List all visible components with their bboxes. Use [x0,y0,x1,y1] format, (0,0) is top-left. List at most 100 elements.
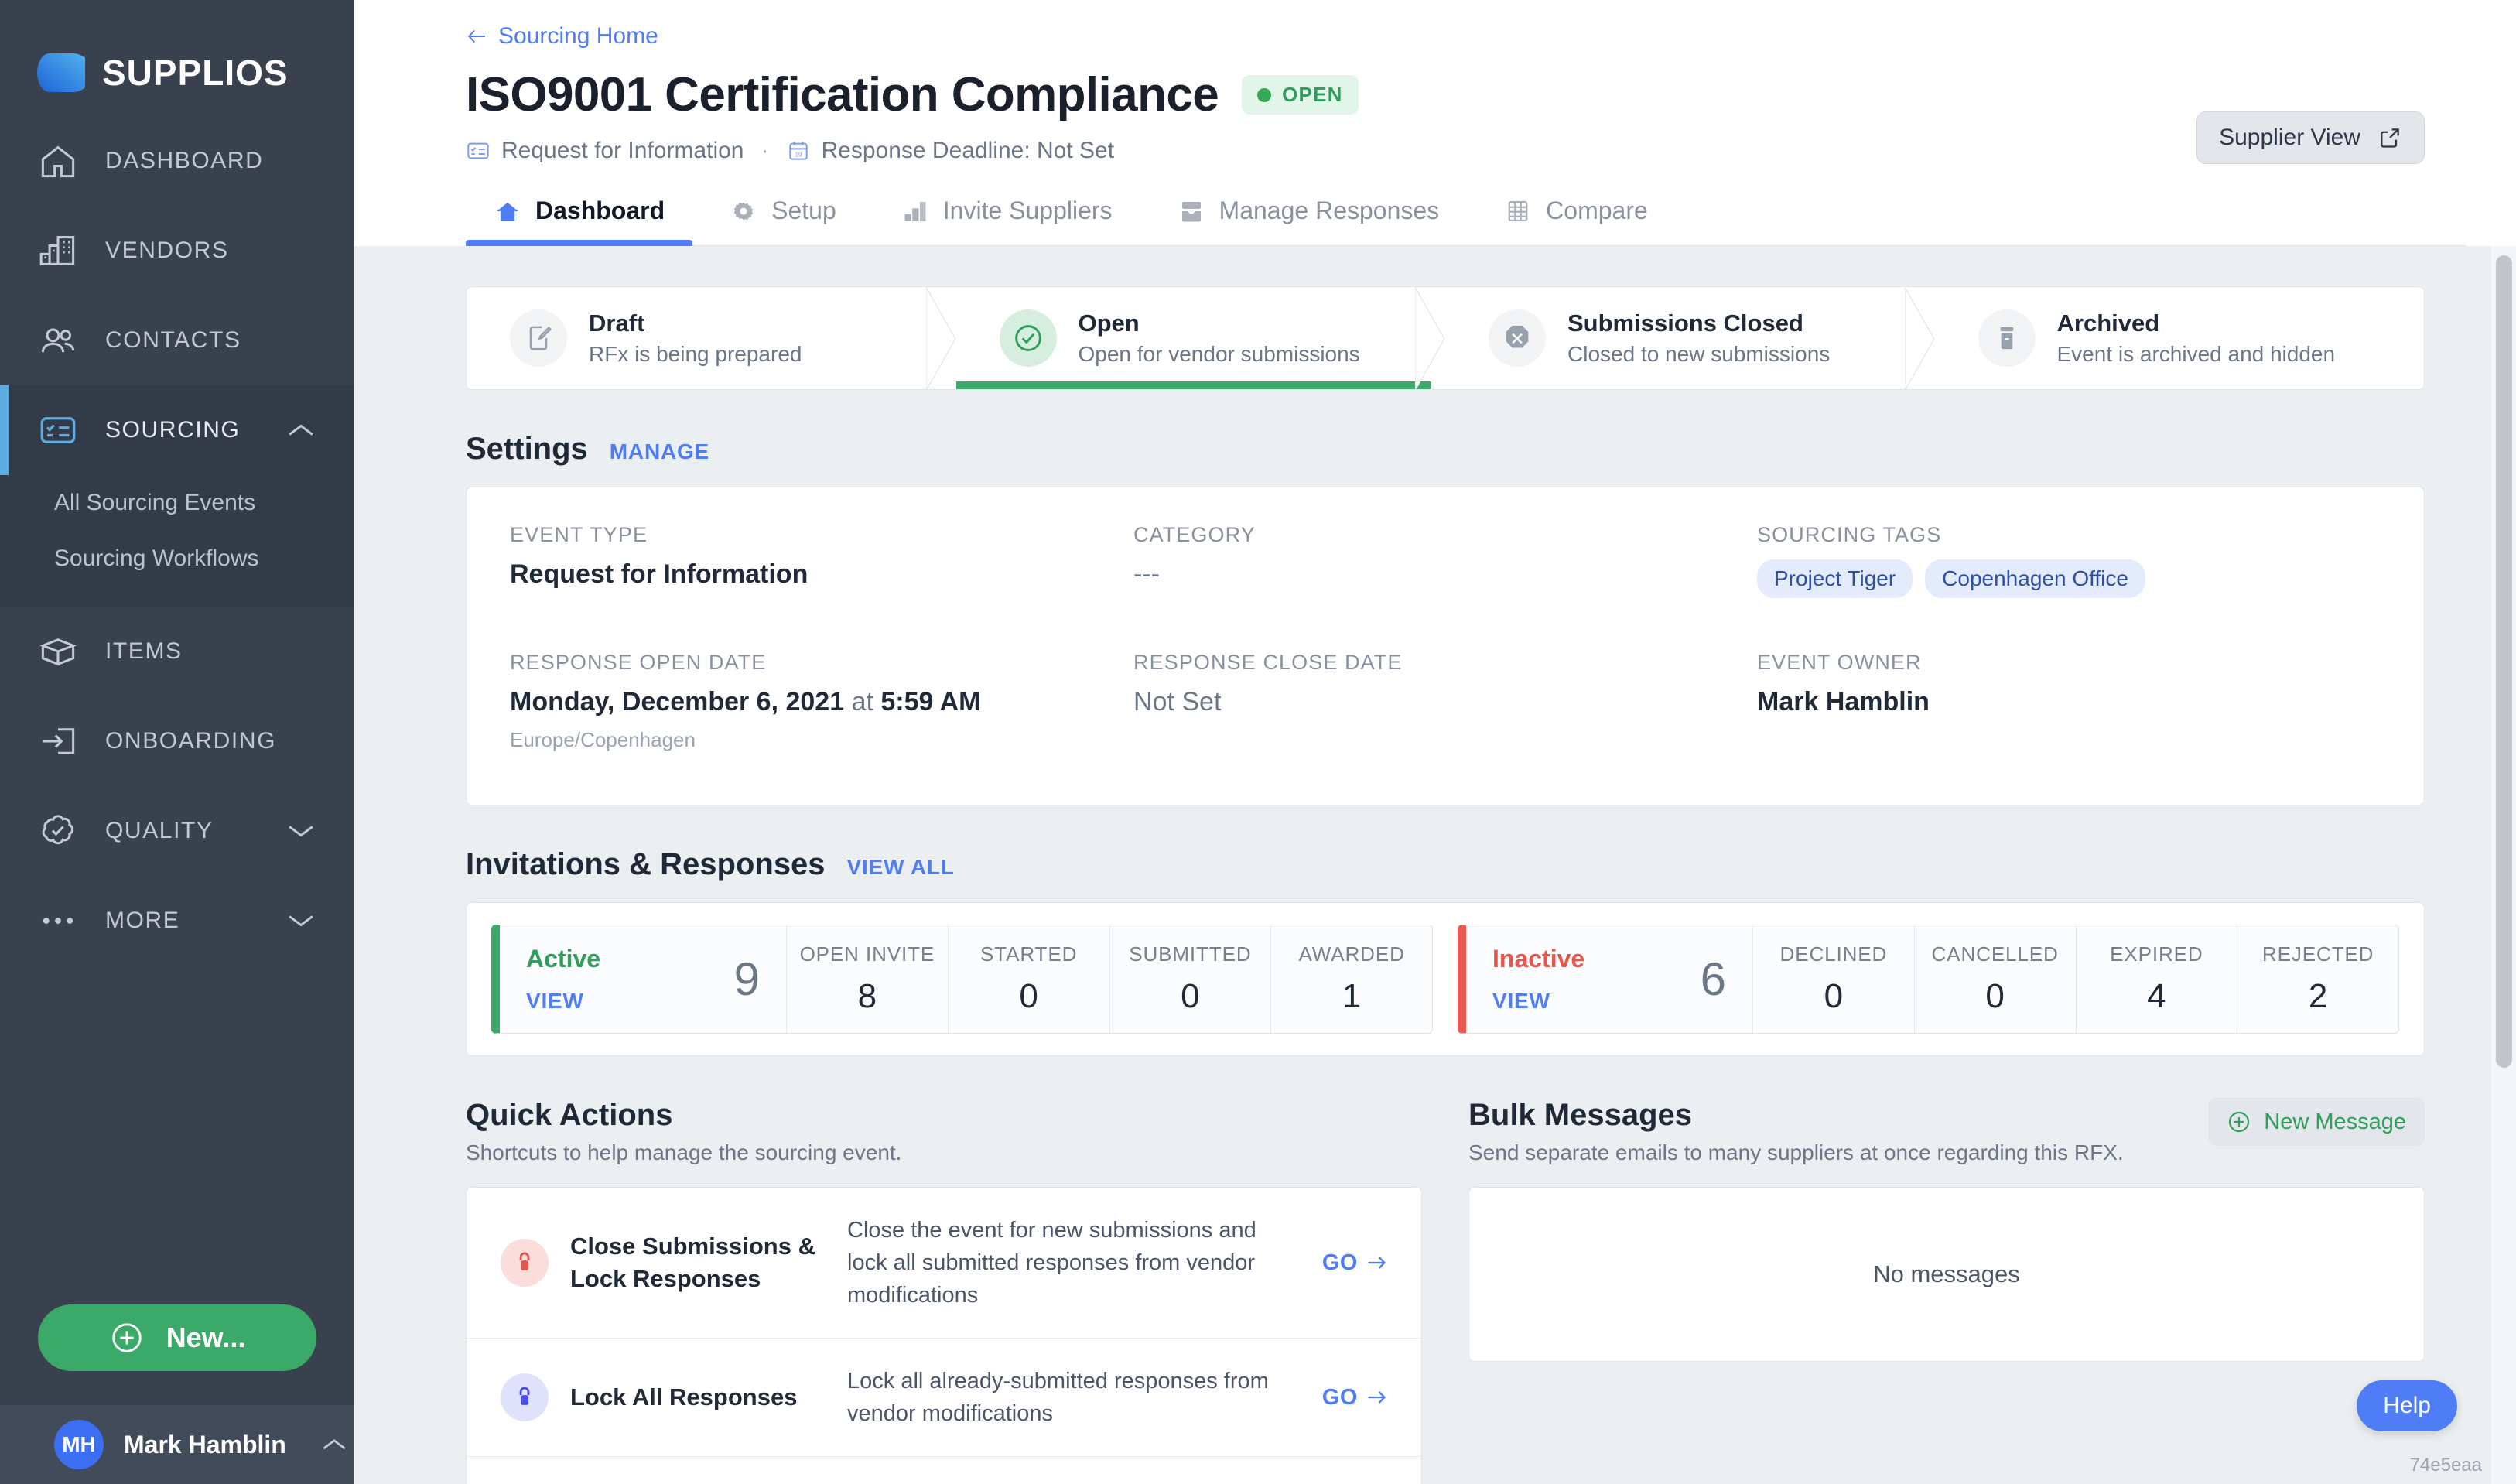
header-meta: Request for Information · 19 Response De… [466,138,2466,164]
stat-submitted[interactable]: SUBMITTED 0 [1109,925,1271,1033]
stepper-step-subtitle: Event is archived and hidden [2056,342,2336,366]
active-view-link[interactable]: VIEW [526,989,600,1014]
tab-label: Invite Suppliers [942,197,1113,224]
new-button-label: New... [166,1322,246,1353]
sidebar-item-sourcing-workflows[interactable]: Sourcing Workflows [0,531,354,586]
field-value: Mark Hamblin [1757,687,1930,716]
chevron-down-icon[interactable] [283,821,319,841]
sourcing-tag[interactable]: Copenhagen Office [1925,559,2145,598]
quick-action-go-link[interactable]: GO [1322,1250,1387,1276]
login-arrow-icon [37,723,85,760]
stepper-step-text: Open Open for vendor submissions [1079,309,1360,367]
sidebar-item-dashboard[interactable]: DASHBOARD [0,116,354,206]
chevron-up-icon[interactable] [317,1435,351,1454]
new-button[interactable]: New... [38,1304,316,1371]
manage-settings-link[interactable]: MANAGE [610,439,709,464]
quick-action-close-submissions[interactable]: Close Submissions & Lock Responses Close… [467,1188,1421,1339]
avatar: MH [54,1420,104,1469]
stat-cancelled[interactable]: CANCELLED 0 [1913,925,2076,1033]
tab-label: Compare [1546,197,1648,224]
field-value: Monday, December 6, 2021 at 5:59 AM [510,687,1133,717]
stepper-step-title: Draft [589,309,645,337]
active-summary: Active VIEW 9 [500,925,786,1033]
bulk-messages-empty-state: No messages [1468,1187,2425,1362]
main-area: Sourcing Home ISO9001 Certification Comp… [354,0,2516,1484]
sidebar-item-quality[interactable]: QUALITY [0,786,354,876]
stat-expired[interactable]: EXPIRED 4 [2075,925,2237,1033]
quick-action-partial-row[interactable] [467,1457,1421,1484]
view-all-invitations-link[interactable]: VIEW ALL [847,855,955,880]
sidebar-item-onboarding[interactable]: ONBOARDING [0,696,354,786]
supplier-view-label: Supplier View [2219,125,2360,150]
meta-separator: · [761,138,769,163]
stat-key: SUBMITTED [1129,942,1252,966]
quick-actions-card: Close Submissions & Lock Responses Close… [466,1187,1422,1484]
stepper-step-archived[interactable]: Archived Event is archived and hidden [1935,287,2425,389]
tab-compare[interactable]: Compare [1476,197,1676,245]
go-label: GO [1321,1384,1358,1410]
stat-declined[interactable]: DECLINED 0 [1752,925,1914,1033]
active-status-label: Active [526,945,601,973]
sidebar-item-contacts[interactable]: CONTACTS [0,296,354,385]
supplier-view-button[interactable]: Supplier View [2196,111,2425,164]
scrollbar-thumb[interactable] [2496,255,2512,1068]
sidebar-item-label: ONBOARDING [105,728,277,754]
help-button[interactable]: Help [2357,1380,2457,1431]
sidebar-item-vendors[interactable]: VENDORS [0,206,354,296]
checklist-icon [37,412,85,449]
sidebar-item-items[interactable]: ITEMS [0,607,354,696]
field-value: Request for Information [510,559,808,589]
tab-manage-responses[interactable]: Manage Responses [1150,197,1468,245]
tab-label: Setup [771,197,836,224]
stepper-divider-arrow [1904,287,1935,389]
check-circle-icon [999,309,1057,367]
event-status-stepper: Draft RFx is being prepared Open Open fo… [466,286,2425,390]
invitations-card: Active VIEW 9 OPEN INVITE 8 STARTED 0 SU… [466,902,2425,1056]
field-label: SOURCING TAGS [1757,523,1942,546]
tab-dashboard[interactable]: Dashboard [466,197,693,246]
stat-open-invite[interactable]: OPEN INVITE 8 [786,925,948,1033]
sidebar-item-all-sourcing-events[interactable]: All Sourcing Events [0,475,354,531]
quick-action-name: Lock All Responses [570,1383,798,1411]
brand-logo-block[interactable]: SUPPLIOS [0,0,354,116]
back-to-sourcing-home-link[interactable]: Sourcing Home [466,23,658,50]
bulk-messages-heading-block: Bulk Messages Send separate emails to ma… [1468,1098,2124,1165]
sidebar-item-more[interactable]: MORE [0,876,354,966]
field-event-type: EVENT TYPE Request for Information [510,523,1133,610]
lock-icon [501,1373,549,1422]
sidebar-item-sourcing[interactable]: SOURCING [0,385,354,475]
bulk-messages-description: Send separate emails to many suppliers a… [1468,1140,2124,1164]
active-count: 9 [733,953,760,1005]
sidebar: SUPPLIOS DASHBOARD VENDORS CONTACTS SOUR… [0,0,354,1484]
quick-action-go-link[interactable]: GO [1322,1385,1387,1410]
quick-action-lock-all-responses[interactable]: Lock All Responses Lock all already-subm… [467,1339,1421,1458]
settings-title: Settings [466,432,588,466]
stat-awarded[interactable]: AWARDED 1 [1270,925,1432,1033]
open-date-at: at [851,687,873,716]
sidebar-item-label: QUALITY [105,818,214,843]
quick-actions-title: Quick Actions [466,1098,673,1132]
field-label: EVENT TYPE [510,523,648,546]
stat-rejected[interactable]: REJECTED 2 [2237,925,2398,1033]
stepper-step-title: Submissions Closed [1567,309,1803,337]
quality-check-icon [37,812,85,850]
stepper-step-open[interactable]: Open Open for vendor submissions [955,287,1446,389]
plus-circle-icon [111,1323,142,1352]
chevron-down-icon[interactable] [283,911,319,931]
tab-setup[interactable]: Setup [702,197,864,245]
stepper-divider-arrow [1415,287,1445,389]
stepper-step-submissions-closed[interactable]: Submissions Closed Closed to new submiss… [1445,287,1935,389]
chevron-up-icon[interactable] [283,420,319,440]
stepper-step-draft[interactable]: Draft RFx is being prepared [467,287,956,389]
new-message-button[interactable]: New Message [2208,1098,2425,1146]
stat-started[interactable]: STARTED 0 [947,925,1109,1033]
vertical-scrollbar[interactable] [2491,246,2516,1484]
inactive-view-link[interactable]: VIEW [1492,989,1584,1014]
user-menu[interactable]: MH Mark Hamblin [0,1405,354,1484]
quick-action-description: Close the event for new submissions and … [847,1218,1256,1308]
checklist-icon [467,142,489,159]
sourcing-tag[interactable]: Project Tiger [1757,559,1913,598]
tab-invite-suppliers[interactable]: Invite Suppliers [873,197,1140,245]
field-response-open-date: RESPONSE OPEN DATE Monday, December 6, 2… [510,610,1133,764]
brand-name: SUPPLIOS [102,53,289,93]
